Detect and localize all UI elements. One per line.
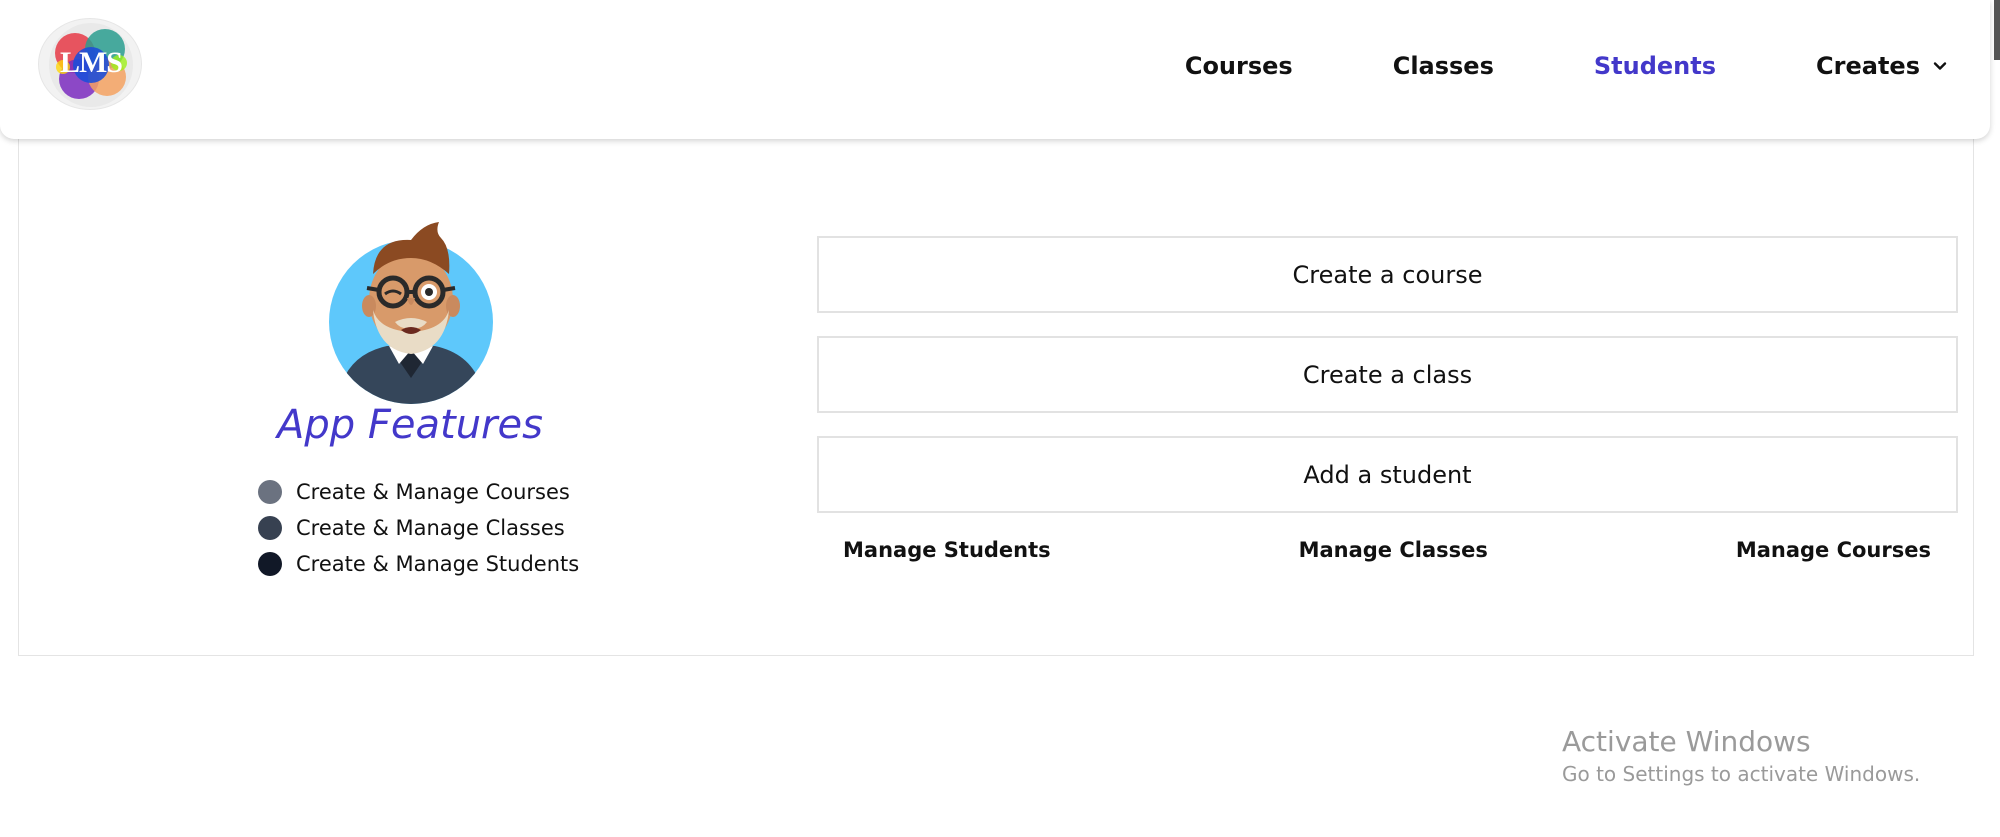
watermark-subtitle: Go to Settings to activate Windows.	[1562, 762, 1921, 786]
feature-item: Create & Manage Courses	[258, 474, 579, 510]
watermark-title: Activate Windows	[1562, 725, 1811, 758]
manage-courses-link[interactable]: Manage Courses	[1736, 538, 1931, 562]
nav-creates-label: Creates	[1816, 52, 1920, 80]
manage-classes-link[interactable]: Manage Classes	[1299, 538, 1488, 562]
feature-label: Create & Manage Students	[296, 552, 580, 576]
bullet-dot-icon	[258, 552, 282, 576]
create-course-button[interactable]: Create a course	[817, 236, 1958, 313]
nav-creates-dropdown[interactable]: Creates	[1816, 52, 1948, 80]
chevron-down-icon	[1933, 62, 1947, 70]
logo-text: LMS	[59, 46, 123, 79]
feature-item: Create & Manage Students	[258, 546, 579, 582]
app-features-title: App Features	[277, 402, 543, 448]
manage-students-link[interactable]: Manage Students	[843, 538, 1051, 562]
feature-item: Create & Manage Classes	[258, 510, 579, 546]
window-scrollbar[interactable]	[1994, 0, 2000, 60]
create-class-button[interactable]: Create a class	[817, 336, 1958, 413]
main-nav: Courses Classes Students Creates	[1085, 52, 1948, 80]
nav-students[interactable]: Students	[1594, 52, 1716, 80]
lms-logo[interactable]: LMS	[38, 18, 142, 110]
nav-courses[interactable]: Courses	[1185, 52, 1293, 80]
top-navbar: LMS Courses Classes Students Creates	[0, 0, 1990, 139]
activate-windows-watermark: Activate Windows Go to Settings to activ…	[1562, 724, 1920, 788]
add-student-button[interactable]: Add a student	[817, 436, 1958, 513]
feature-label: Create & Manage Classes	[296, 516, 565, 540]
features-list: Create & Manage Courses Create & Manage …	[258, 474, 579, 582]
bullet-dot-icon	[258, 516, 282, 540]
teacher-avatar-icon	[329, 222, 493, 404]
feature-label: Create & Manage Courses	[296, 480, 570, 504]
nav-classes[interactable]: Classes	[1393, 52, 1494, 80]
bullet-dot-icon	[258, 480, 282, 504]
manage-links-row: Manage Students Manage Classes Manage Co…	[843, 538, 1931, 562]
